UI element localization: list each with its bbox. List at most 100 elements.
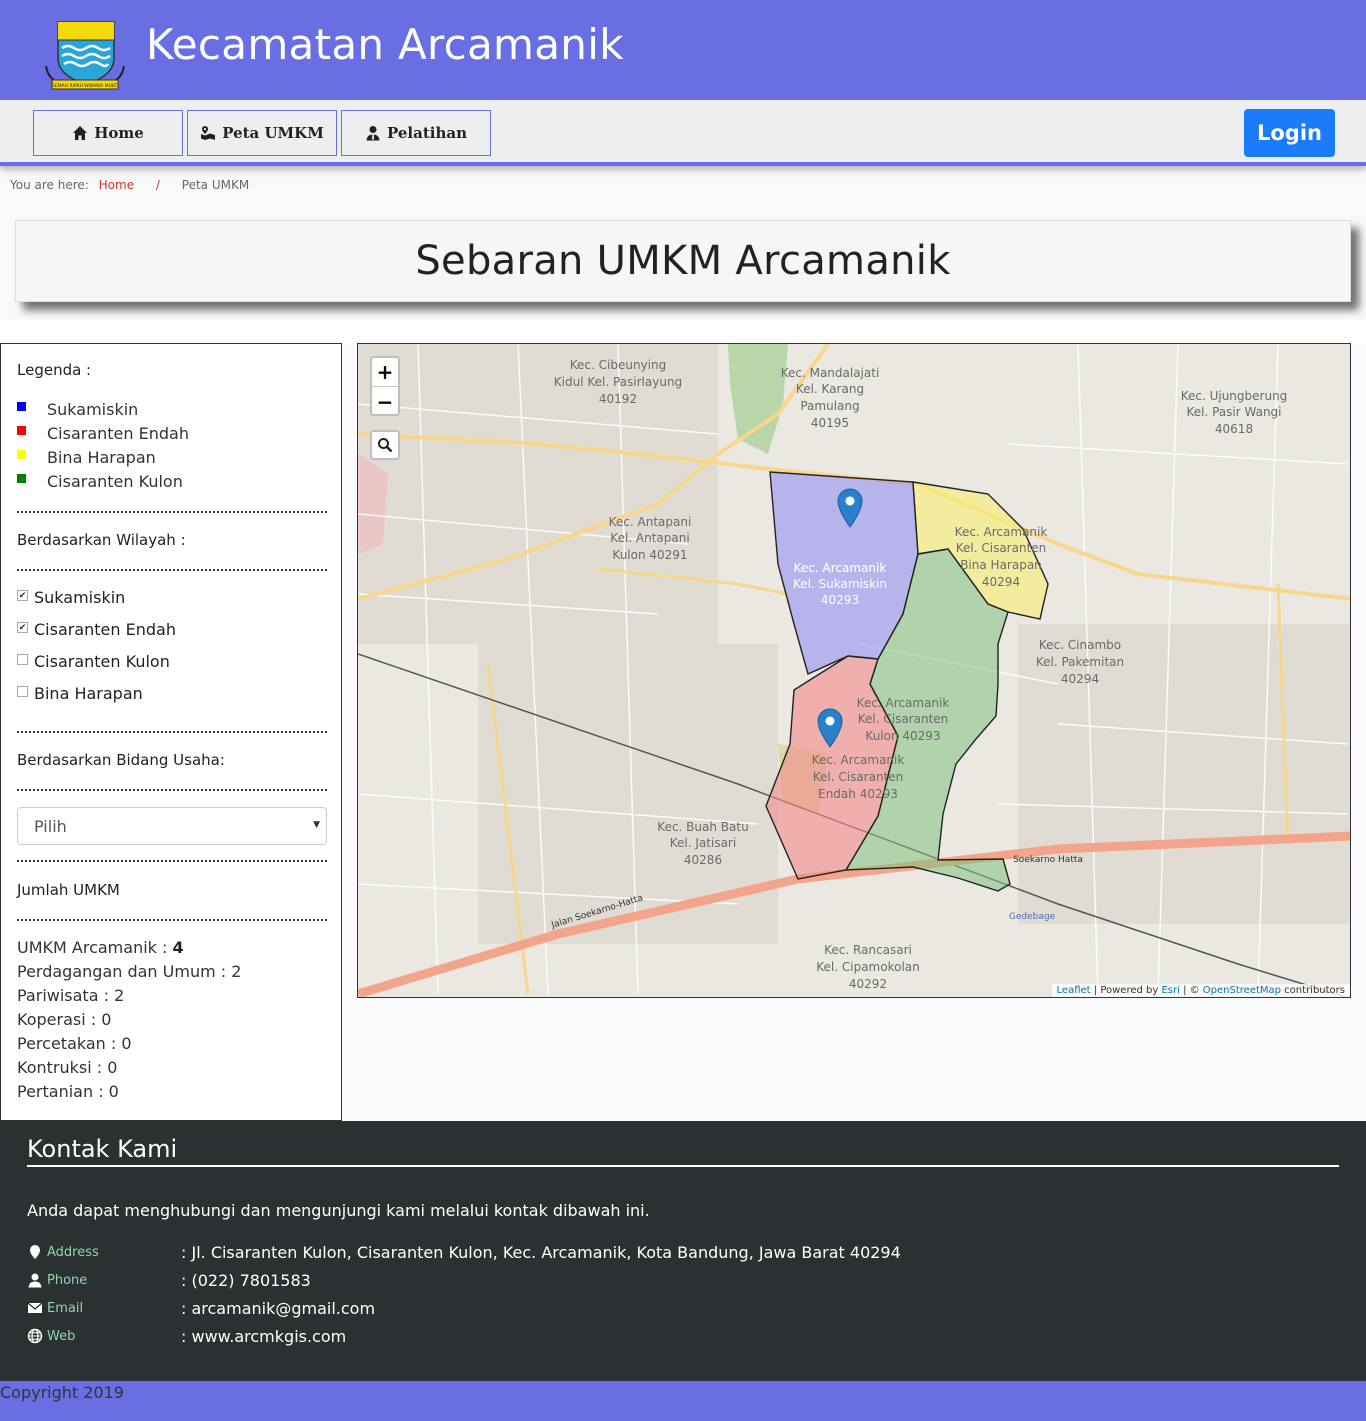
map-marker-icon	[30, 1245, 40, 1259]
home-icon	[73, 126, 88, 140]
footer-intro: Anda dapat menghubungi dan mengunjungi k…	[27, 1201, 650, 1220]
esri-link[interactable]: Esri	[1161, 985, 1179, 996]
divider	[17, 919, 327, 921]
wilayah-option-cisaranten-kulon[interactable]: Cisaranten Kulon	[17, 652, 170, 671]
stat-row: Pariwisata : 2	[17, 986, 125, 1005]
divider	[17, 569, 327, 571]
jumlah-title: Jumlah UMKM	[17, 881, 120, 899]
contact-value: : (022) 7801583	[181, 1270, 311, 1290]
contact-value: : Jl. Cisaranten Kulon, Cisaranten Kulon…	[181, 1242, 901, 1262]
legend-label: Cisaranten Kulon	[47, 472, 183, 491]
nav-peta-umkm-button[interactable]: Peta UMKM	[187, 110, 337, 156]
svg-text:Kec. Arcamanik: Kec. Arcamanik	[794, 561, 887, 575]
checkbox-unchecked[interactable]	[17, 686, 28, 697]
stat-row: Kontruksi : 0	[17, 1058, 118, 1077]
attribution-text: | ©	[1179, 985, 1203, 996]
stat-total-label: UMKM Arcamanik :	[17, 938, 173, 957]
svg-text:Kel. Cipamokolan: Kel. Cipamokolan	[816, 960, 920, 974]
svg-text:Kidul Kel. Pasirlayung: Kidul Kel. Pasirlayung	[554, 375, 682, 389]
caret-down-icon: ▼	[313, 820, 320, 830]
site-footer: Kontak Kami Anda dapat menghubungi dan m…	[0, 1121, 1366, 1381]
zoom-out-button[interactable]: −	[372, 387, 398, 416]
nav-home-label: Home	[94, 124, 144, 142]
legend-swatch	[17, 474, 26, 483]
svg-text:40294: 40294	[982, 575, 1020, 589]
umkm-map[interactable]: Kec. Arcamanik Kel. Sukamiskin 40293 Kec…	[357, 343, 1351, 998]
svg-text:40292: 40292	[849, 977, 887, 991]
stat-row: Perdagangan dan Umum : 2	[17, 962, 242, 981]
copyright-bar: Copyright 2019	[0, 1381, 1366, 1421]
svg-text:Pamulang: Pamulang	[800, 399, 859, 413]
user-tie-icon	[366, 126, 380, 141]
contact-value[interactable]: : arcamanik@gmail.com	[181, 1299, 375, 1318]
content-strip	[0, 320, 1366, 344]
breadcrumb: You are here: Home / Peta UMKM	[10, 178, 249, 192]
globe-icon	[27, 1328, 43, 1344]
legend-item-bina-harapan: Bina Harapan	[17, 448, 156, 467]
stat-row: Pertanian : 0	[17, 1082, 119, 1101]
attribution-text: | Powered by	[1090, 985, 1162, 996]
svg-text:Kulon 40293: Kulon 40293	[865, 729, 940, 743]
bidang-usaha-select[interactable]: Pilih ▼	[17, 807, 327, 845]
svg-text:Kel. Cisaranten: Kel. Cisaranten	[813, 770, 904, 784]
wilayah-option-label: Sukamiskin	[34, 588, 126, 607]
svg-text:Kec. Buah Batu: Kec. Buah Batu	[657, 820, 748, 834]
contact-address: Address : Jl. Cisaranten Kulon, Cisarant…	[27, 1241, 901, 1263]
wilayah-option-sukamiskin[interactable]: ✔ Sukamiskin	[17, 588, 125, 607]
contact-label: Web	[47, 1328, 76, 1344]
stat-row: Percetakan : 0	[17, 1034, 132, 1053]
svg-text:Kec. Arcamanik: Kec. Arcamanik	[812, 753, 905, 767]
svg-text:Kec. Antapani: Kec. Antapani	[609, 515, 692, 529]
legend-item-cisaranten-endah: Cisaranten Endah	[17, 424, 189, 443]
checkbox-unchecked[interactable]	[17, 654, 28, 665]
svg-text:Kec. Rancasari: Kec. Rancasari	[824, 943, 912, 957]
bidang-title: Berdasarkan Bidang Usaha:	[17, 751, 225, 769]
svg-text:Kec. Arcamanik: Kec. Arcamanik	[857, 696, 950, 710]
bandung-logo-icon: GEMAH RIPAH WIBAWA MUKTI	[38, 18, 132, 92]
stat-total-value: 4	[172, 938, 184, 957]
svg-text:Soekarno Hatta: Soekarno Hatta	[1013, 855, 1083, 865]
zoom-in-button[interactable]: +	[372, 358, 398, 387]
legend-swatch	[17, 450, 26, 459]
legend-label: Cisaranten Endah	[47, 424, 189, 443]
divider	[17, 731, 327, 733]
svg-text:Kec. Ujungberung: Kec. Ujungberung	[1181, 389, 1288, 403]
user-icon	[28, 1273, 42, 1288]
contact-phone: Phone : (022) 7801583	[27, 1269, 311, 1291]
osm-link[interactable]: OpenStreetMap	[1203, 985, 1281, 996]
contact-email: Email : arcamanik@gmail.com	[27, 1297, 375, 1319]
svg-text:Endah 40293: Endah 40293	[818, 787, 898, 801]
legend-label: Bina Harapan	[47, 448, 156, 467]
svg-text:Kec. Cibeunying: Kec. Cibeunying	[570, 358, 666, 372]
wilayah-option-bina-harapan[interactable]: Bina Harapan	[17, 684, 143, 703]
copyright-text: Copyright 2019	[0, 1383, 124, 1402]
site-header: GEMAH RIPAH WIBAWA MUKTI Kecamatan Arcam…	[0, 0, 1366, 100]
svg-text:Kec. Cinambo: Kec. Cinambo	[1039, 638, 1121, 652]
svg-text:Kel. Cisaranten: Kel. Cisaranten	[858, 712, 949, 726]
svg-text:40293: 40293	[821, 593, 859, 607]
contact-value[interactable]: : www.arcmkgis.com	[181, 1327, 346, 1346]
nav-home-button[interactable]: Home	[33, 110, 183, 156]
legend-item-cisaranten-kulon: Cisaranten Kulon	[17, 472, 183, 491]
svg-text:Gedebage: Gedebage	[1009, 912, 1056, 922]
leaflet-link[interactable]: Leaflet	[1057, 985, 1091, 996]
filter-sidebar: Legenda : Sukamiskin Cisaranten Endah Bi…	[0, 343, 342, 1121]
svg-text:Kel. Jatisari: Kel. Jatisari	[670, 836, 736, 850]
footer-divider	[27, 1165, 1339, 1167]
svg-text:40294: 40294	[1061, 672, 1099, 686]
site-title: Kecamatan Arcamanik	[146, 20, 624, 69]
svg-text:Kel. Antapani: Kel. Antapani	[610, 531, 689, 545]
checkbox-checked[interactable]: ✔	[17, 590, 28, 601]
wilayah-option-cisaranten-endah[interactable]: ✔ Cisaranten Endah	[17, 620, 176, 639]
map-search-button[interactable]	[370, 430, 400, 460]
svg-text:Bina Harapan: Bina Harapan	[960, 558, 1042, 572]
wilayah-title: Berdasarkan Wilayah :	[17, 531, 186, 549]
checkbox-checked[interactable]: ✔	[17, 622, 28, 633]
nav-pelatihan-button[interactable]: Pelatihan	[341, 110, 491, 156]
contact-label: Address	[47, 1244, 99, 1260]
login-button[interactable]: Login	[1244, 109, 1335, 157]
svg-text:GEMAH RIPAH WIBAWA MUKTI: GEMAH RIPAH WIBAWA MUKTI	[51, 83, 118, 89]
bidang-usaha-select-value: Pilih	[34, 816, 67, 836]
breadcrumb-home-link[interactable]: Home	[99, 178, 134, 192]
main-navbar: Home Peta UMKM Pelatihan Login	[0, 100, 1366, 166]
